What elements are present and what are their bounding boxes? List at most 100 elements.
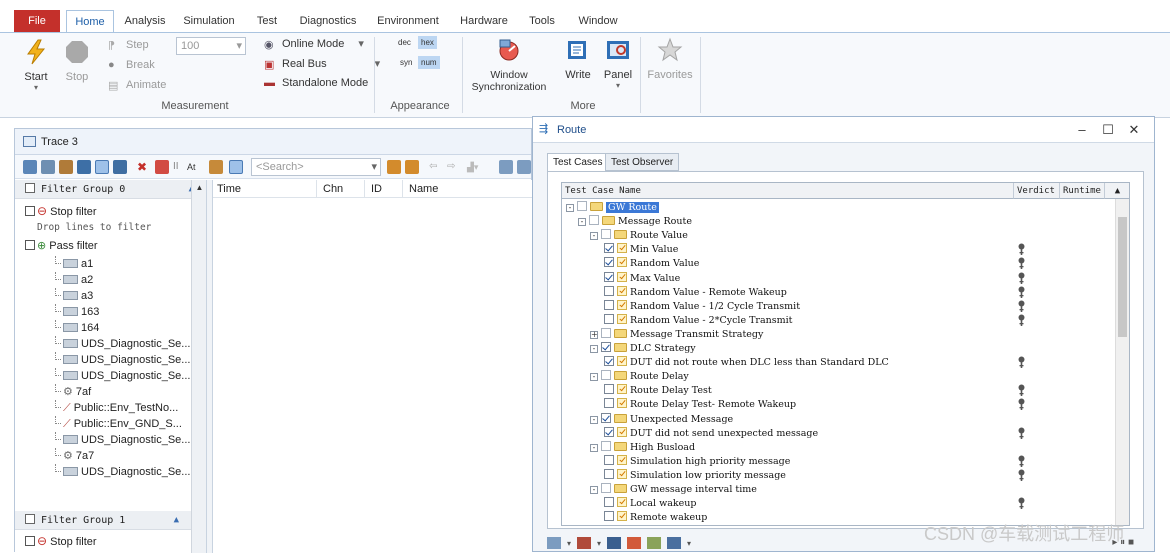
test-case-row[interactable]: Simulation low priority message [602,468,786,483]
pass-filter-item[interactable]: 164 [55,320,191,336]
filter-group-checkbox[interactable] [25,183,35,193]
test-case-scrollbar[interactable] [1115,199,1129,525]
test-case-row[interactable]: DUT did not send unexpected message [602,426,818,441]
test-checkbox[interactable] [601,229,612,240]
filter-icon[interactable] [155,160,169,174]
tab-tools[interactable]: Tools [522,10,562,32]
tab-test[interactable]: Test [248,10,286,32]
nav-left-icon[interactable]: ⇦ [429,160,443,174]
toolbar-icon-7[interactable] [209,160,223,174]
filter-group-checkbox[interactable] [25,514,35,524]
bottom-tool-icon[interactable] [547,537,561,549]
toolbar-icon-4[interactable] [77,160,91,174]
test-case-row[interactable]: Random Value - Remote Wakeup [602,285,787,300]
sym-button[interactable]: syn [400,58,412,67]
chevron-down-icon[interactable]: ▾ [567,539,571,548]
filter-group-1-header[interactable]: Filter Group 1 ▲ [15,511,191,530]
column-name[interactable]: Name [409,180,438,198]
expand-icon[interactable]: + [590,330,598,339]
pass-filter-item[interactable]: ⟋ Public::Env_GND_S... [55,416,191,432]
tab-home[interactable]: Home [66,10,114,33]
search-next-icon[interactable] [387,160,401,174]
column-verdict[interactable]: Verdict [1014,183,1060,199]
panel-button[interactable]: Panel ▾ [600,37,636,90]
test-checkbox[interactable] [604,313,614,324]
bottom-tool-icon[interactable] [607,537,622,549]
pass-filter-item[interactable]: UDS_Diagnostic_Se... [55,368,191,384]
test-group-row[interactable]: - Unexpected Message [590,412,733,427]
test-case-row[interactable]: Simulation high priority message [602,454,790,469]
bottom-tool-icon[interactable] [577,537,592,549]
nav-right-icon[interactable]: ⇨ [447,160,461,174]
pass-filter[interactable]: ⊕ Pass filter [15,236,191,256]
toolbar-icon-9[interactable] [499,160,513,174]
test-checkbox[interactable] [604,271,614,282]
test-checkbox[interactable] [604,243,614,254]
trace-search-input[interactable]: <Search> ▾ [251,158,381,176]
break-button[interactable]: ● Break [108,59,155,71]
collapse-icon[interactable]: - [590,486,598,494]
test-checkbox[interactable] [604,511,614,522]
test-checkbox[interactable] [604,384,614,395]
test-checkbox[interactable] [601,483,612,493]
test-case-row[interactable]: Random Value - 1/2 Cycle Transmit [602,299,800,314]
test-checkbox[interactable] [604,497,614,508]
tab-environment[interactable]: Environment [370,10,446,32]
collapse-icon[interactable]: ▲ [174,511,179,530]
test-checkbox[interactable] [604,356,614,367]
column-id[interactable]: ID [371,180,382,198]
stop-filter-checkbox[interactable] [25,536,35,546]
filter-scrollbar[interactable]: ▲ [191,180,206,553]
test-checkbox[interactable] [601,327,612,338]
dec-button[interactable]: dec [398,38,411,47]
stop-filter-checkbox[interactable] [25,206,35,216]
test-checkbox[interactable] [601,440,612,451]
speed-combo[interactable]: 100 ▾ [176,37,246,55]
test-case-row[interactable]: DUT did not route when DLC less than Sta… [602,356,889,370]
pass-filter-item[interactable]: UDS_Diagnostic_Se... [55,352,191,368]
toolbar-icon-2[interactable] [41,160,55,174]
test-checkbox[interactable] [589,215,600,226]
pause-icon[interactable]: II [173,160,187,174]
write-button[interactable]: Write [560,37,596,81]
test-checkbox[interactable] [604,426,614,437]
tab-window[interactable]: Window [570,10,626,32]
bottom-tool-icon[interactable] [627,537,642,549]
test-group-row[interactable]: - DLC Strategy [590,342,696,356]
test-case-row[interactable]: Min Value [602,243,678,257]
pass-filter-item[interactable]: ⟋ Public::Env_TestNo... [55,400,191,416]
stop-filter[interactable]: ⊖ Stop filter [15,532,191,550]
scroll-up-icon[interactable]: ▲ [192,183,206,192]
test-group-row[interactable]: - GW message interval time [590,483,757,497]
collapse-icon[interactable]: - [590,373,598,382]
test-checkbox[interactable] [604,398,614,409]
test-group-row[interactable]: + Message Transmit Strategy [590,327,763,342]
pass-filter-item[interactable]: ⚙ 7a7 [55,448,191,464]
toolbar-icon-8[interactable] [229,160,243,174]
test-case-row[interactable]: Route Delay Test- Remote Wakeup [602,398,796,412]
bottom-tool-icon[interactable] [667,537,682,549]
tab-analysis[interactable]: Analysis [120,10,170,32]
test-checkbox[interactable] [601,370,612,381]
test-checkbox[interactable] [604,299,614,310]
scroll-up-icon[interactable]: ▲ [1105,183,1129,199]
test-case-row[interactable]: Remote wakeup [602,511,707,525]
test-group-row[interactable]: - Message Route [578,215,692,229]
test-group-row[interactable]: - Route Value [590,229,688,243]
collapse-icon[interactable]: - [590,232,598,241]
real-bus-button[interactable]: ▣ Real Bus ▾ [264,57,380,71]
column-chn[interactable]: Chn [323,180,343,198]
filter-group-0-header[interactable]: Filter Group 0 ▲ [15,180,206,199]
test-group-row[interactable]: - GW Route [566,201,659,215]
test-checkbox[interactable] [604,257,614,268]
pass-filter-item[interactable]: a3 [55,288,191,304]
time-icon[interactable]: At [187,160,207,174]
test-checkbox[interactable] [604,454,614,465]
pass-filter-item[interactable]: 163 [55,304,191,320]
test-case-row[interactable]: Route Delay Test [602,384,712,398]
collapse-icon[interactable]: - [590,345,598,353]
toolbar-icon-3[interactable] [59,160,73,174]
test-case-row[interactable]: Random Value - 2*Cycle Transmit [602,313,793,328]
pass-filter-checkbox[interactable] [25,240,35,250]
column-test-case-name[interactable]: Test Case Name [562,183,1014,199]
